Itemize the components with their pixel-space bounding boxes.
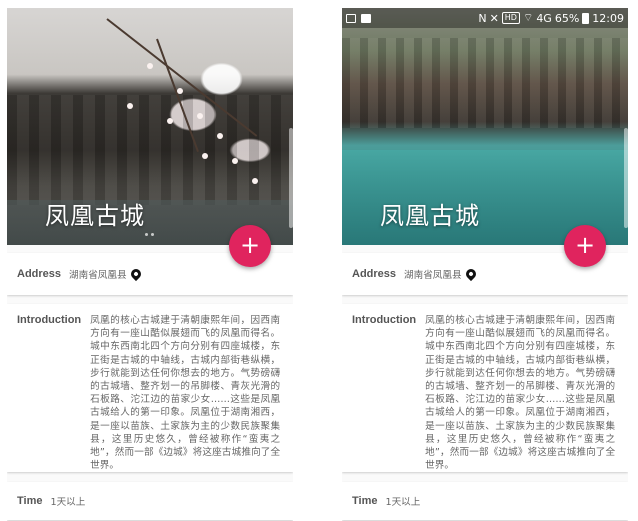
- time-value: 1天以上: [385, 497, 421, 508]
- location-pin-icon[interactable]: [128, 266, 143, 282]
- time-value: 1天以上: [50, 497, 86, 508]
- image-notification-icon: [346, 13, 356, 23]
- hd-badge: HD: [501, 12, 520, 24]
- page-indicator: [145, 233, 154, 236]
- header-image: 凤凰古城: [7, 8, 293, 245]
- clock: 12:09: [592, 11, 624, 25]
- address-label: Address: [352, 268, 397, 280]
- introduction-card: Introduction 凤凰的核心古城建于清朝康熙年间，因西南方向有一座山酷似…: [7, 304, 293, 472]
- status-bar: N ✕ HD ⌔ 4G 65% 12:09: [342, 8, 628, 28]
- address-label: Address: [17, 268, 62, 280]
- time-card: Time 1天以上: [7, 482, 293, 520]
- mute-icon: ✕: [489, 11, 499, 25]
- introduction-card: Introduction 凤凰的核心古城建于清朝康熙年间，因西南方向有一座山酷似…: [342, 304, 628, 472]
- add-button[interactable]: +: [229, 225, 271, 267]
- page-title: 凤凰古城: [45, 202, 145, 230]
- introduction-text: 凤凰的核心古城建于清朝康熙年间，因西南方向有一座山酷似展翅而飞的凤凰而得名。城中…: [90, 315, 281, 472]
- add-button[interactable]: +: [564, 225, 606, 267]
- scroll-indicator: [624, 128, 628, 228]
- time-card: Time 1天以上: [342, 482, 628, 520]
- nfc-icon: N: [478, 11, 487, 25]
- time-label: Time: [17, 495, 43, 507]
- battery-icon: [582, 12, 590, 24]
- time-label: Time: [352, 495, 378, 507]
- network-type: 4G: [536, 11, 552, 25]
- header-image: 凤凰古城: [342, 8, 628, 245]
- scroll-indicator: [289, 128, 293, 228]
- location-pin-icon[interactable]: [463, 266, 478, 282]
- address-value: 湖南省凤凰县: [404, 270, 462, 281]
- wifi-icon: ⌔: [522, 11, 534, 24]
- page-title: 凤凰古城: [380, 202, 480, 230]
- address-value: 湖南省凤凰县: [69, 270, 127, 281]
- introduction-label: Introduction: [17, 314, 82, 326]
- screen-left: 凤凰古城 + Address 湖南省凤凰县 Introduction 凤凰的核心…: [7, 8, 293, 521]
- introduction-text: 凤凰的核心古城建于清朝康熙年间，因西南方向有一座山酷似展翅而飞的凤凰而得名。城中…: [425, 315, 616, 472]
- file-notification-icon: [361, 13, 371, 23]
- battery-percent: 65%: [554, 11, 580, 25]
- screen-right: 凤凰古城 N ✕ HD ⌔ 4G 65% 12:09 + Address 湖南省…: [342, 8, 628, 521]
- introduction-label: Introduction: [352, 314, 417, 326]
